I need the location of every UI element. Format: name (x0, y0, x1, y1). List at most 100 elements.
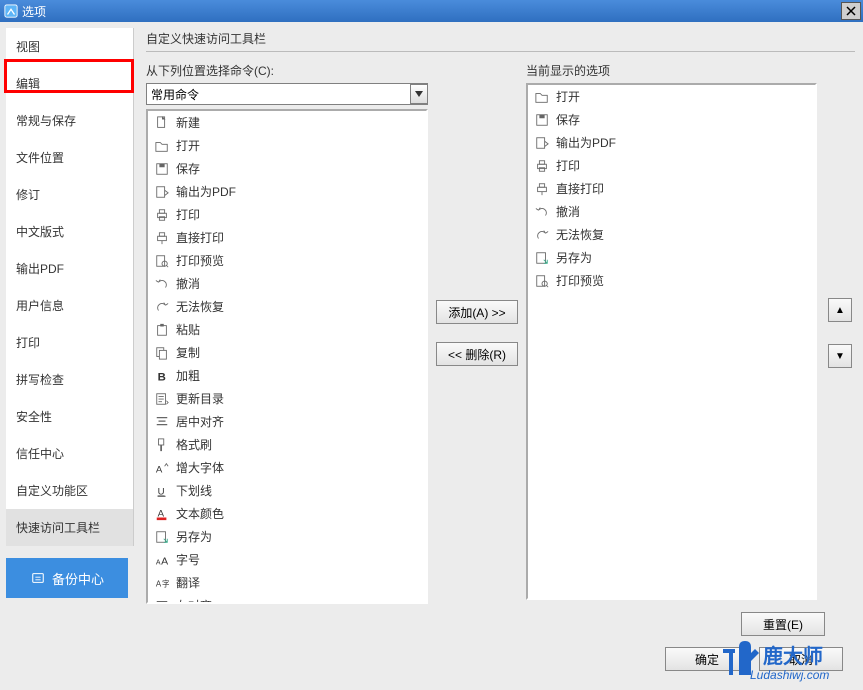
options-dialog: 选项 视图编辑常规与保存文件位置修订中文版式输出PDF用户信息打印拼写检查安全性… (0, 0, 863, 690)
current-commands-list[interactable]: 打开保存输出为PDF打印直接打印撤消无法恢复另存为打印预览 (526, 83, 817, 600)
backup-label: 备份中心 (52, 569, 104, 588)
save-as-icon (154, 529, 170, 545)
list-item[interactable]: 保存 (528, 108, 815, 131)
sidebar-item[interactable]: 打印 (6, 324, 133, 361)
list-item-label: 字号 (176, 551, 200, 568)
list-item[interactable]: A字翻译 (148, 571, 426, 594)
open-icon (154, 138, 170, 154)
list-item-label: 保存 (176, 160, 200, 177)
sidebar-item[interactable]: 自定义功能区 (6, 472, 133, 509)
sidebar-item[interactable]: 修订 (6, 176, 133, 213)
remove-button[interactable]: << 删除(R) (436, 342, 518, 366)
list-item[interactable]: 左对齐 (148, 594, 426, 602)
list-item[interactable]: 复制 (148, 341, 426, 364)
close-button[interactable] (841, 2, 861, 20)
list-item[interactable]: 无法恢复 (148, 295, 426, 318)
list-item[interactable]: A增大字体 (148, 456, 426, 479)
current-commands-column: 当前显示的选项 打开保存输出为PDF打印直接打印撤消无法恢复另存为打印预览 (526, 62, 817, 604)
list-item[interactable]: 输出为PDF (528, 131, 815, 154)
list-item[interactable]: 粘贴 (148, 318, 426, 341)
list-item[interactable]: 居中对齐 (148, 410, 426, 433)
list-item[interactable]: 无法恢复 (528, 223, 815, 246)
backup-icon (30, 570, 46, 586)
bold-icon: B (154, 368, 170, 384)
list-item[interactable]: 打印 (528, 154, 815, 177)
list-item[interactable]: 打印预览 (148, 249, 426, 272)
list-item-label: 打印预览 (176, 252, 224, 269)
list-item[interactable]: 直接打印 (148, 226, 426, 249)
list-item[interactable]: 打开 (528, 85, 815, 108)
list-item-label: 格式刷 (176, 436, 212, 453)
sidebar-item[interactable]: 用户信息 (6, 287, 133, 324)
backup-center-button[interactable]: 备份中心 (6, 558, 128, 598)
svg-text:鹿大师: 鹿大师 (763, 644, 823, 668)
window-title: 选项 (22, 3, 46, 20)
list-item[interactable]: 输出为PDF (148, 180, 426, 203)
move-up-button[interactable]: ▲ (828, 298, 852, 322)
watermark: 鹿大师 Ludashiwj.com (721, 633, 861, 688)
svg-text:Ludashiwj.com: Ludashiwj.com (750, 668, 829, 682)
current-label: 当前显示的选项 (526, 62, 817, 79)
available-commands-column: 从下列位置选择命令(C): 常用命令 新建打开保存输出为PDF打印直接打印打印预… (146, 62, 428, 604)
paste-icon (154, 322, 170, 338)
list-item[interactable]: 另存为 (528, 246, 815, 269)
sidebar-item[interactable]: 信任中心 (6, 435, 133, 472)
add-button[interactable]: 添加(A) >> (436, 300, 518, 324)
sidebar-item[interactable]: 快速访问工具栏 (6, 509, 133, 546)
copy-icon (154, 345, 170, 361)
list-item[interactable]: 更新目录 (148, 387, 426, 410)
dropdown-button[interactable] (410, 84, 428, 104)
align-left-icon (154, 598, 170, 603)
app-icon (4, 4, 18, 18)
sidebar-item[interactable]: 常规与保存 (6, 102, 133, 139)
list-item-label: 撤消 (556, 203, 580, 220)
sidebar-item[interactable]: 文件位置 (6, 139, 133, 176)
list-item-label: 打印预览 (556, 272, 604, 289)
sidebar-item[interactable]: 输出PDF (6, 250, 133, 287)
font-up-icon: A (154, 460, 170, 476)
sidebar-item[interactable]: 编辑 (6, 65, 133, 102)
list-item-label: 打开 (176, 137, 200, 154)
list-item[interactable]: 直接打印 (528, 177, 815, 200)
svg-text:A: A (156, 464, 163, 475)
list-item[interactable]: B 加粗 (148, 364, 426, 387)
list-item[interactable]: A文本颜色 (148, 502, 426, 525)
list-item-label: 左对齐 (176, 597, 212, 602)
sidebar-item[interactable]: 视图 (6, 28, 133, 65)
translate-icon: A字 (154, 575, 170, 591)
list-item-label: 粘贴 (176, 321, 200, 338)
new-doc-icon (154, 115, 170, 131)
list-item-label: 新建 (176, 114, 200, 131)
list-item[interactable]: 撤消 (148, 272, 426, 295)
command-category-dropdown[interactable]: 常用命令 (146, 83, 428, 105)
list-item[interactable]: 保存 (148, 157, 426, 180)
sidebar-item[interactable]: 拼写检查 (6, 361, 133, 398)
sidebar-item[interactable]: 中文版式 (6, 213, 133, 250)
reorder-buttons: ▲ ▼ (825, 62, 855, 604)
list-item-label: 加粗 (176, 367, 200, 384)
move-down-button[interactable]: ▼ (828, 344, 852, 368)
group-title: 自定义快速访问工具栏 (146, 30, 855, 52)
list-item[interactable]: 另存为 (148, 525, 426, 548)
list-item-label: 更新目录 (176, 390, 224, 407)
direct-print-icon (534, 181, 550, 197)
svg-text:B: B (158, 371, 166, 383)
print-icon (154, 207, 170, 223)
export-pdf-icon (154, 184, 170, 200)
available-commands-list[interactable]: 新建打开保存输出为PDF打印直接打印打印预览撤消无法恢复粘贴复制 B 加粗更新目录居… (146, 109, 428, 604)
preview-icon (534, 273, 550, 289)
list-item[interactable]: 撤消 (528, 200, 815, 223)
list-item[interactable]: 格式刷 (148, 433, 426, 456)
choose-from-label: 从下列位置选择命令(C): (146, 62, 428, 79)
list-item[interactable]: AA 字号 (148, 548, 426, 571)
sidebar-item[interactable]: 安全性 (6, 398, 133, 435)
list-item-label: 保存 (556, 111, 580, 128)
list-item[interactable]: U下划线 (148, 479, 426, 502)
svg-text:A: A (156, 559, 161, 566)
list-item[interactable]: 打开 (148, 134, 426, 157)
list-item[interactable]: 打印预览 (528, 269, 815, 292)
list-item[interactable]: 新建 (148, 111, 426, 134)
font-size-icon: AA (154, 552, 170, 568)
direct-print-icon (154, 230, 170, 246)
list-item[interactable]: 打印 (148, 203, 426, 226)
